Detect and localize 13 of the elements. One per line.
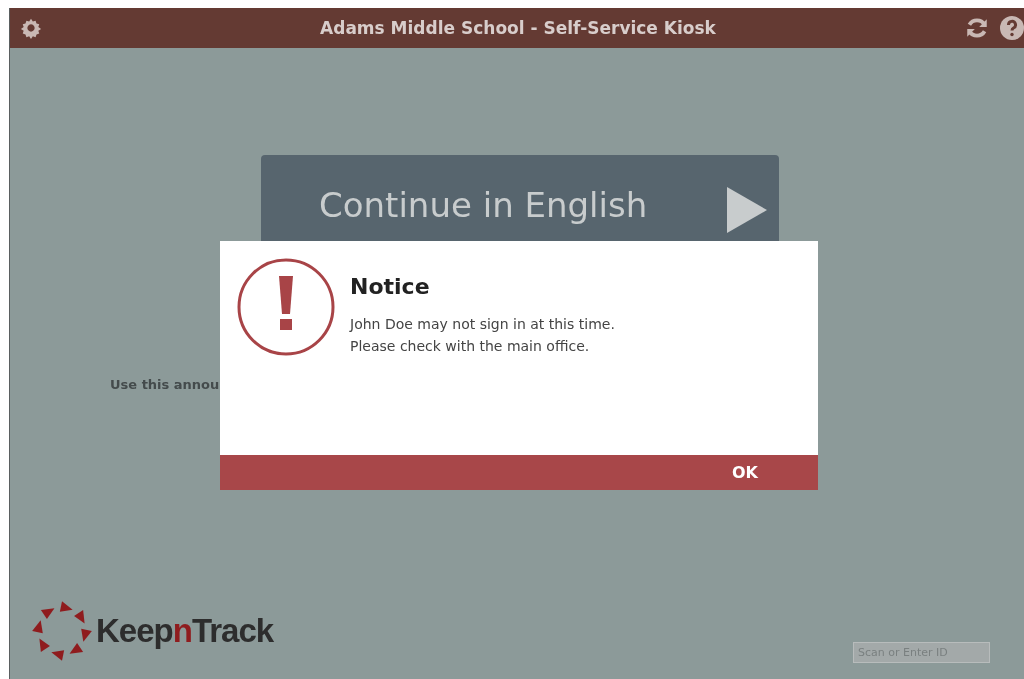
help-icon[interactable]: [1000, 16, 1024, 40]
play-icon: [727, 187, 767, 233]
header-title: Adams Middle School - Self-Service Kiosk: [319, 18, 717, 38]
dialog-message: John Doe may not sign in at this time.: [350, 315, 615, 334]
settings-icon[interactable]: [20, 17, 42, 39]
logo-icon: [30, 599, 94, 663]
dialog-message: Please check with the main office.: [350, 337, 591, 356]
announcement-text: Use this annou: [110, 377, 220, 392]
ok-button[interactable]: OK: [220, 455, 818, 490]
dialog-title: Notice: [350, 274, 431, 299]
warning-icon: [237, 258, 335, 356]
refresh-icon[interactable]: [964, 15, 990, 41]
logo-wordmark: KeepnTrack: [96, 612, 274, 650]
